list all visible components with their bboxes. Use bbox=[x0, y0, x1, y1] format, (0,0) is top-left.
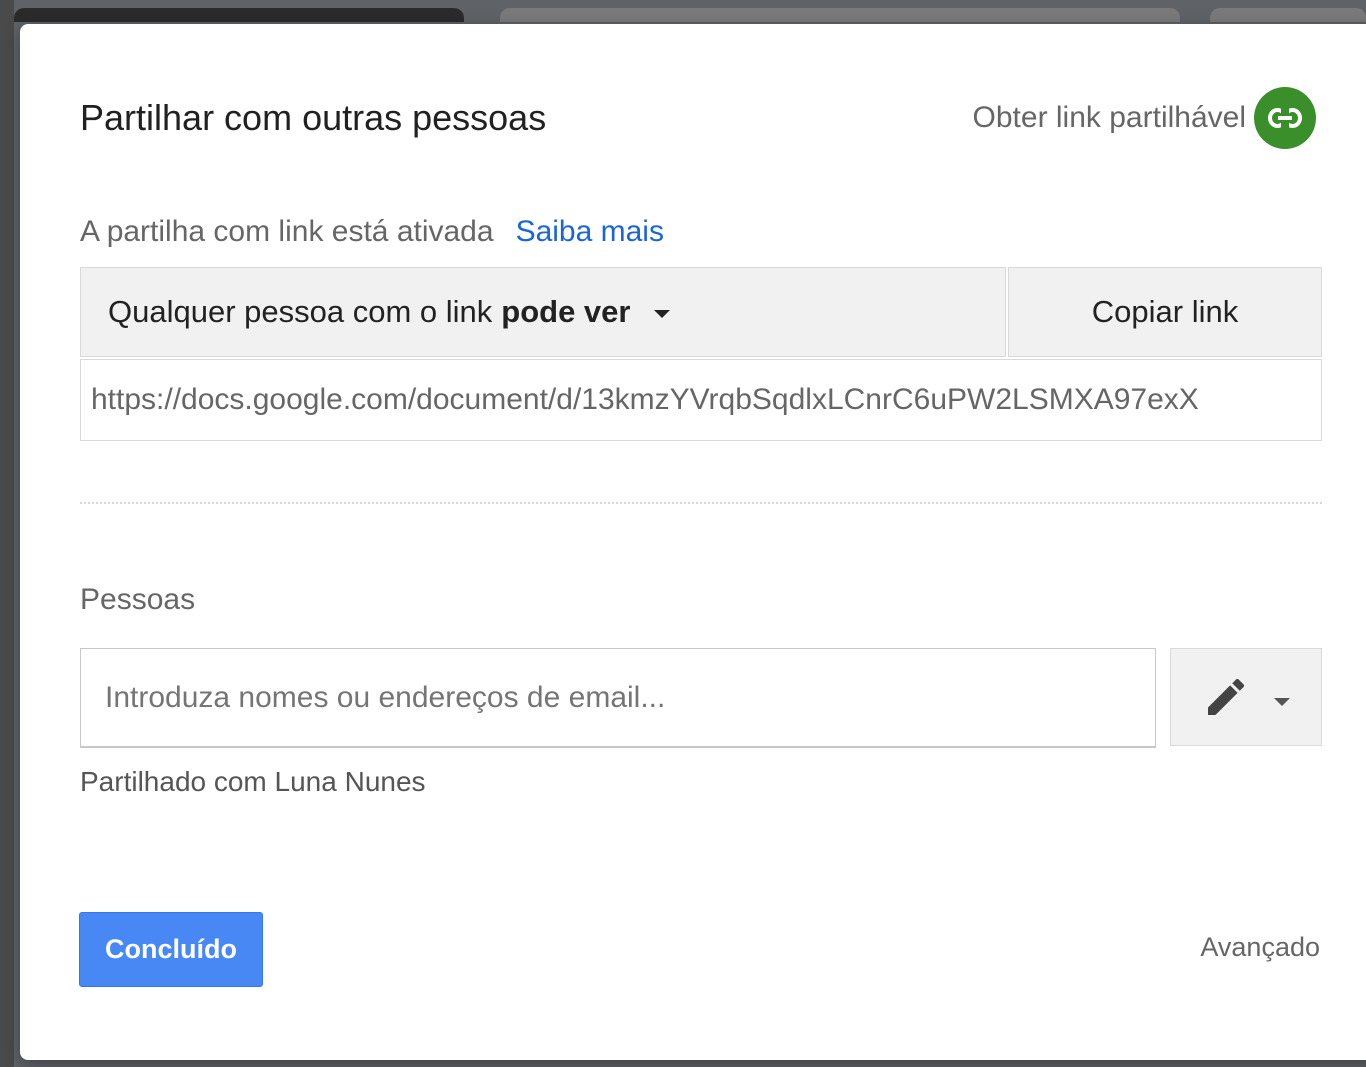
background-tab bbox=[14, 8, 464, 22]
get-shareable-link-label: Obter link partilhável bbox=[972, 101, 1246, 134]
get-shareable-link-button[interactable]: Obter link partilhável bbox=[972, 87, 1316, 149]
shareable-url-field[interactable] bbox=[80, 359, 1322, 441]
link-icon-glyph bbox=[1268, 108, 1302, 128]
background-edge bbox=[0, 0, 14, 1067]
background-tab bbox=[500, 8, 1180, 22]
link-access-level: pode ver bbox=[501, 294, 631, 329]
chevron-down-icon bbox=[654, 310, 671, 318]
learn-more-link[interactable]: Saiba mais bbox=[516, 215, 664, 248]
section-divider bbox=[80, 502, 1322, 504]
background-tab bbox=[1210, 8, 1366, 22]
permission-dropdown-button[interactable] bbox=[1170, 648, 1322, 746]
advanced-link[interactable]: Avançado bbox=[1200, 932, 1320, 963]
copy-link-button[interactable]: Copiar link bbox=[1008, 267, 1322, 357]
link-access-prefix: Qualquer pessoa com o link bbox=[108, 294, 493, 329]
people-section-label: Pessoas bbox=[80, 583, 196, 616]
link-sharing-status: A partilha com link está ativada bbox=[80, 215, 494, 248]
link-icon bbox=[1254, 87, 1316, 149]
people-email-input[interactable] bbox=[80, 648, 1156, 748]
link-access-row: Qualquer pessoa com o link pode ver Copi… bbox=[80, 267, 1322, 359]
shared-with-text: Partilhado com Luna Nunes bbox=[80, 766, 426, 797]
pencil-icon bbox=[1208, 678, 1245, 715]
share-dialog: Partilhar com outras pessoas Obter link … bbox=[20, 24, 1366, 1060]
chevron-down-icon bbox=[1274, 698, 1290, 706]
link-access-dropdown[interactable]: Qualquer pessoa com o link pode ver bbox=[80, 267, 1006, 357]
dialog-title: Partilhar com outras pessoas bbox=[80, 97, 547, 138]
link-sharing-status-row: A partilha com link está ativada Saiba ma… bbox=[80, 212, 664, 252]
done-button[interactable]: Concluído bbox=[79, 912, 263, 987]
